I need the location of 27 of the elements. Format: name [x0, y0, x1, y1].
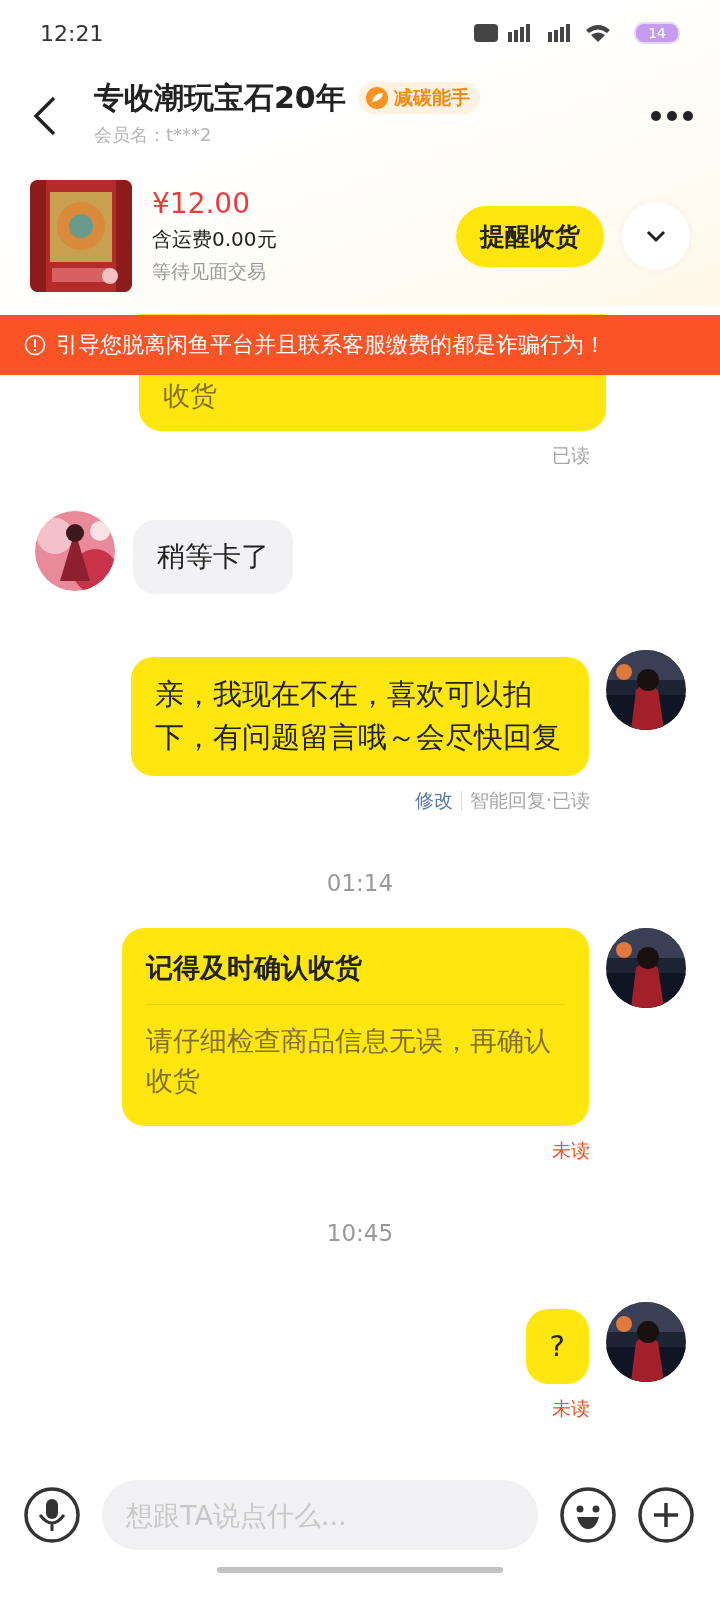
timestamp: 10:45 — [326, 1219, 394, 1246]
badge: 减碳能手 — [357, 82, 480, 114]
read-status: 智能回复·已读 — [469, 787, 590, 813]
emoji-icon[interactable] — [560, 1487, 616, 1543]
read-status: 已读 — [552, 442, 590, 468]
shipping-fee: 含运费0.00元 — [152, 226, 278, 253]
price: ¥12.00 — [152, 187, 251, 220]
member-name: 会员名：t***2 — [94, 122, 213, 147]
battery-level: 14 — [634, 22, 680, 44]
read-status: 未读 — [552, 1137, 590, 1163]
read-status: 未读 — [552, 1396, 590, 1421]
message-bubble: 稍等卡了 — [133, 519, 293, 594]
chat-title: 专收潮玩宝石20年 — [94, 78, 346, 117]
chevron-icon — [645, 229, 667, 243]
timestamp: 01:14 — [326, 869, 394, 896]
message-bubble: ? — [525, 1308, 589, 1384]
remind-button[interactable]: 提醒收货 — [456, 205, 604, 267]
message-bubble: 亲，我现在不在，喜欢可以拍下，有问题留言哦～会尽快回复 — [131, 656, 589, 776]
warning-icon — [24, 334, 46, 356]
card-title: 记得及时确认收货 — [146, 949, 565, 1005]
clock: 12:21 — [40, 20, 104, 46]
microphone-icon[interactable] — [24, 1487, 80, 1543]
more-icon[interactable] — [650, 110, 694, 122]
edit-link[interactable]: 修改 — [414, 787, 453, 814]
order-status: 等待见面交易 — [152, 259, 267, 284]
add-icon[interactable] — [638, 1487, 694, 1543]
card-body: 请仔细检查商品信息无误，再确认收货 — [146, 1023, 552, 1098]
